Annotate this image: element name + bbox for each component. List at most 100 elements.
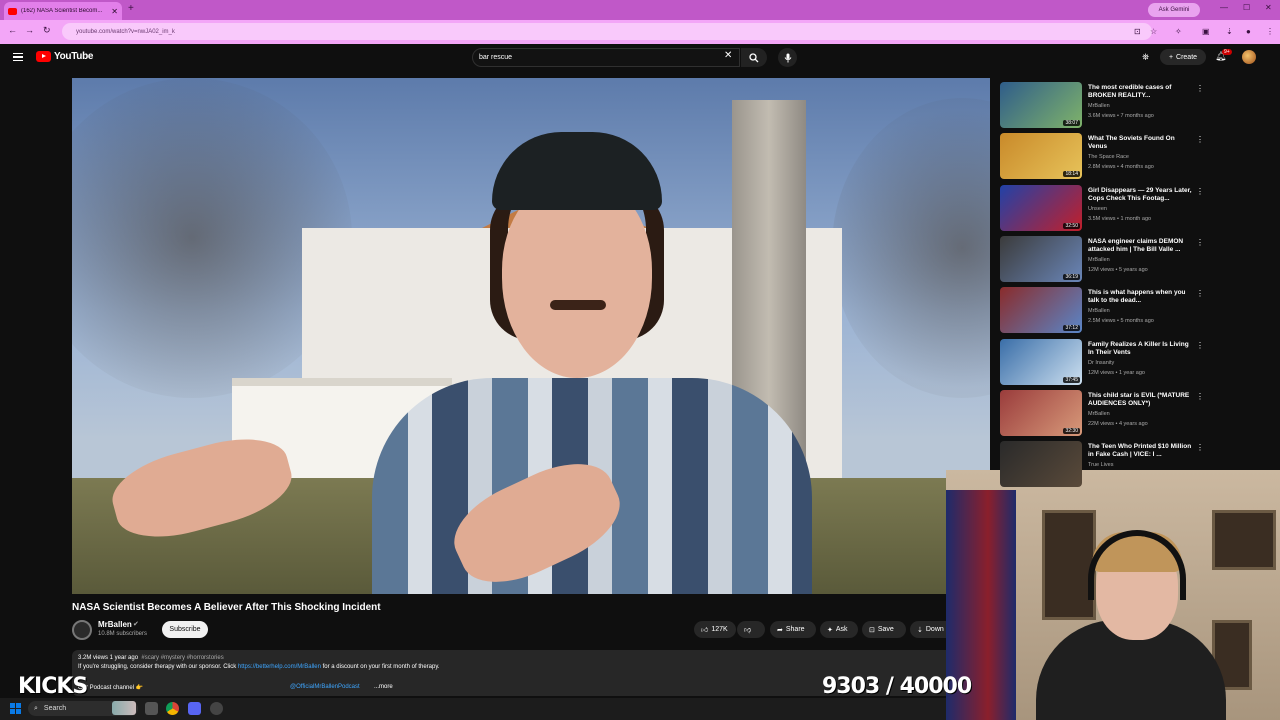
recommendation-thumbnail[interactable]: 32:50 [1000, 184, 1082, 231]
more-options-icon[interactable]: ⋮ [1196, 238, 1204, 247]
more-options-icon[interactable]: ⋮ [1196, 341, 1204, 350]
channel-name[interactable]: MrBallen [98, 620, 132, 629]
download-label: Down [925, 626, 944, 633]
close-window-icon[interactable]: ✕ [1265, 3, 1272, 12]
voice-search-button[interactable] [778, 48, 797, 67]
recommendation-channel[interactable]: MrBallen [1088, 411, 1110, 417]
recommendation-channel[interactable]: Dr Insanity [1088, 360, 1114, 366]
forward-icon[interactable]: → [25, 25, 34, 35]
recommendation-thumbnail[interactable]: 37:45 [1000, 338, 1082, 385]
views-and-age: 3.2M views 1 year ago [78, 655, 139, 661]
more-options-icon[interactable]: ⋮ [1196, 135, 1204, 144]
recommendation-item[interactable]: 37:12 This is what happens when you talk … [1000, 287, 1204, 335]
recommendation-thumbnail[interactable] [1000, 441, 1082, 488]
download-icon: ⇣ [917, 626, 923, 634]
url-field[interactable]: youtube.com/watch?v=nwJA02_im_k [62, 23, 1152, 40]
hashtags[interactable]: #scary #mystery #horrorstories [141, 655, 223, 661]
file-explorer-icon[interactable] [145, 702, 158, 715]
minimize-icon[interactable]: — [1220, 3, 1228, 12]
search-input[interactable]: bar rescue [472, 48, 740, 67]
youtube-logo[interactable]: YouTube [36, 51, 94, 62]
recommendation-channel[interactable]: The Space Race [1088, 154, 1129, 160]
download-button[interactable]: ⇣ Down [910, 621, 946, 638]
tab-close-icon[interactable]: ✕ [111, 7, 118, 16]
recommendation-thumbnail[interactable]: 32:30 [1000, 389, 1082, 436]
recommendation-item[interactable]: The Teen Who Printed $10 Million in Fake… [1000, 441, 1204, 489]
recommendation-item[interactable]: 32:50 Girl Disappears — 29 Years Later, C… [1000, 184, 1204, 233]
recommendation-channel[interactable]: MrBallen [1088, 308, 1110, 314]
video-player[interactable] [72, 78, 990, 594]
windows-start-icon[interactable] [10, 703, 21, 714]
betterhelp-link[interactable]: https://betterhelp.com/MrBallen [238, 664, 321, 670]
description-text-suffix: for a discount on your first month of th… [320, 664, 440, 670]
dislike-button[interactable]: 👎︎ [737, 621, 765, 638]
recommendation-title[interactable]: Family Realizes A Killer Is Living In Th… [1088, 341, 1192, 357]
recommendation-title[interactable]: The Teen Who Printed $10 Million in Fake… [1088, 443, 1192, 459]
recommendation-item[interactable]: 32:30 This child star is EVIL (*MATURE AU… [1000, 389, 1204, 438]
cast-icon[interactable]: ⛯ [1142, 52, 1149, 63]
clear-search-icon[interactable]: ✕ [724, 50, 732, 61]
recommendation-thumbnail[interactable]: 18:14 [1000, 133, 1082, 180]
recommendation-title[interactable]: The most credible cases of BROKEN REALIT… [1088, 84, 1192, 100]
recommendation-thumbnail[interactable]: 36:19 [1000, 235, 1082, 282]
ask-button[interactable]: ✦ Ask [820, 621, 858, 638]
create-button[interactable]: + Create [1160, 49, 1206, 65]
recommendation-channel[interactable]: MrBallen [1088, 103, 1110, 109]
recommendation-channel[interactable]: True Lives [1088, 462, 1113, 468]
video-duration: 37:45 [1063, 376, 1080, 383]
browser-tab[interactable]: (162) NASA Scientist Becom... ✕ [4, 2, 122, 20]
install-icon[interactable]: ⊡ [1134, 27, 1141, 36]
bookmark-star-icon[interactable]: ☆ [1150, 27, 1157, 36]
discord-icon[interactable] [188, 702, 201, 715]
recommendation-item[interactable]: 18:14 What The Soviets Found On Venus The … [1000, 133, 1204, 181]
downloads-icon[interactable]: ⇣ [1226, 27, 1233, 36]
podcast-channel-link[interactable]: @OfficialMrBallenPodcast [290, 684, 360, 690]
recommendation-channel[interactable]: Unseen [1088, 206, 1107, 212]
hamburger-menu-icon[interactable] [13, 53, 23, 61]
webcam-poster [1042, 510, 1096, 620]
save-button[interactable]: ⊡ Save [862, 621, 906, 638]
more-options-icon[interactable]: ⋮ [1196, 443, 1204, 452]
more-options-icon[interactable]: ⋮ [1196, 187, 1204, 196]
user-avatar[interactable] [1242, 50, 1256, 64]
recommendation-item[interactable]: 38:07 The most credible cases of BROKEN R… [1000, 82, 1204, 130]
recommendation-channel[interactable]: MrBallen [1088, 257, 1110, 263]
recommendation-thumbnail[interactable]: 38:07 [1000, 82, 1082, 128]
back-icon[interactable]: ← [8, 25, 17, 35]
reload-icon[interactable]: ↻ [43, 25, 51, 36]
recommendation-title[interactable]: Girl Disappears — 29 Years Later, Cops C… [1088, 187, 1192, 203]
share-button[interactable]: ➦ Share [770, 621, 816, 638]
recommendation-meta: 2.8M views • 4 months ago [1088, 164, 1154, 171]
thumbs-down-icon: 👎︎ [744, 627, 752, 634]
chrome-icon[interactable] [166, 702, 179, 715]
recommendation-title[interactable]: NASA engineer claims DEMON attacked him … [1088, 238, 1192, 254]
browser-menu-icon[interactable]: ⋮ [1266, 27, 1274, 36]
create-label: Create [1176, 53, 1198, 61]
recommendation-item[interactable]: 36:19 NASA engineer claims DEMON attacked… [1000, 235, 1204, 284]
more-options-icon[interactable]: ⋮ [1196, 84, 1204, 93]
recommendation-title[interactable]: This child star is EVIL (*MATURE AUDIENC… [1088, 392, 1192, 408]
recommendation-item[interactable]: 37:45 Family Realizes A Killer Is Living … [1000, 338, 1204, 387]
profile-icon[interactable]: ● [1246, 27, 1251, 36]
weather-widget-icon[interactable] [112, 701, 136, 715]
recommendation-meta: 3.6M views • 7 months ago [1088, 113, 1154, 119]
extensions-icon[interactable]: ✧ [1175, 27, 1182, 36]
description-text-prefix: If you're struggling, consider therapy w… [78, 664, 238, 670]
obs-icon[interactable] [210, 702, 223, 715]
channel-avatar[interactable] [72, 620, 92, 640]
like-button[interactable]: 👍︎ 127K [694, 621, 736, 638]
sidebar-icon[interactable]: ▣ [1202, 27, 1210, 36]
maximize-icon[interactable]: ☐ [1243, 3, 1250, 12]
subscribe-button[interactable]: Subscribe [162, 621, 208, 638]
recommendation-title[interactable]: What The Soviets Found On Venus [1088, 135, 1192, 151]
new-tab-button[interactable]: + [128, 3, 134, 14]
ask-gemini-button[interactable]: Ask Gemini [1148, 3, 1200, 17]
more-options-icon[interactable]: ⋮ [1196, 289, 1204, 298]
more-options-icon[interactable]: ⋮ [1196, 392, 1204, 401]
browser-tab-strip [0, 0, 1280, 20]
search-button[interactable] [741, 48, 767, 67]
recommendation-title[interactable]: This is what happens when you talk to th… [1088, 289, 1192, 305]
subscriber-count: 10.8M subscribers [98, 631, 148, 637]
recommendation-thumbnail[interactable]: 37:12 [1000, 287, 1082, 334]
show-more-link[interactable]: ...more [374, 684, 393, 690]
